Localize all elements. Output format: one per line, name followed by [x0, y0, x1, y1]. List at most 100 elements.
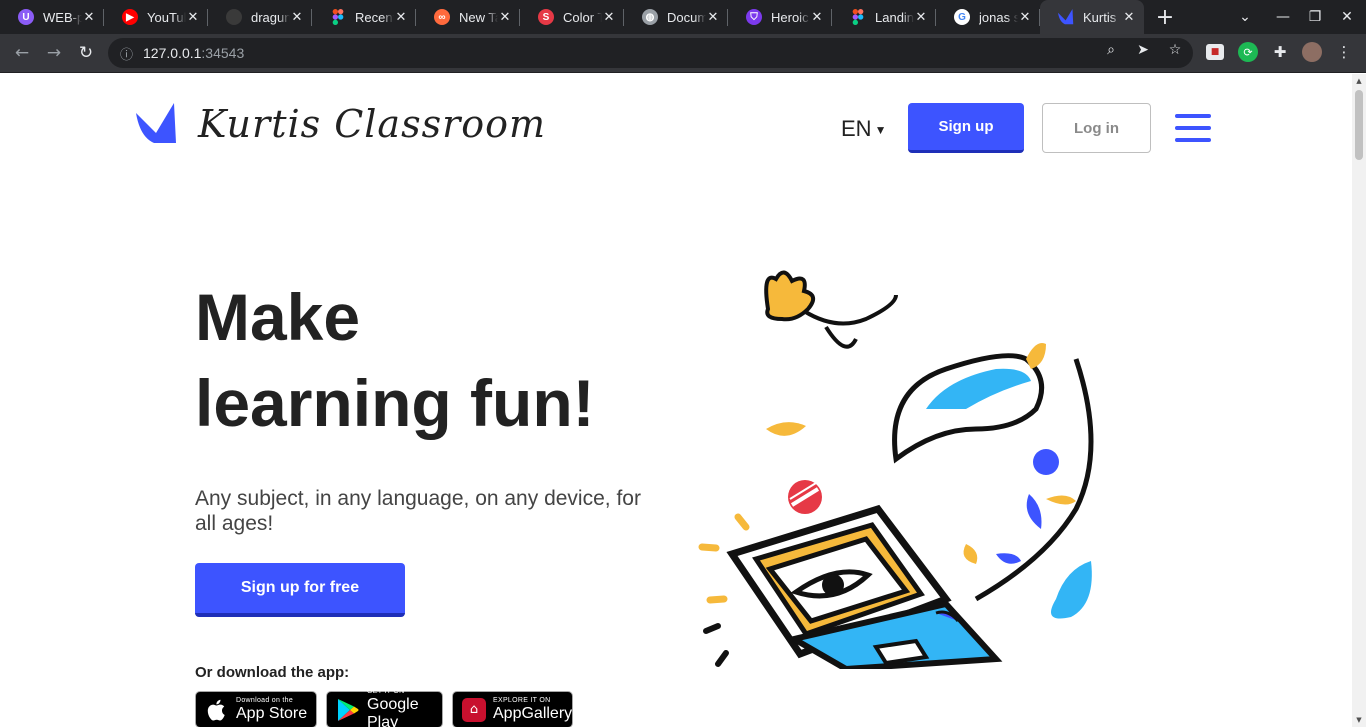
language-label: EN	[841, 116, 872, 141]
browser-tab[interactable]: Recent ✕	[312, 0, 416, 34]
close-tab-icon[interactable]: ✕	[186, 9, 200, 25]
youtube-icon: ▶	[122, 9, 138, 25]
tab-title: WEB-p	[43, 9, 82, 25]
url-host: 127.0.0.1	[143, 45, 202, 61]
infinity-icon: ∞	[434, 9, 450, 25]
bookmark-star-icon[interactable]: ☆	[1166, 41, 1184, 59]
page-scrollbar[interactable]: ▲ ▼	[1352, 74, 1366, 727]
site-info-icon[interactable]: ⓘ	[120, 44, 133, 63]
s-icon: S	[538, 9, 554, 25]
tab-title: Kurtis	[1083, 9, 1117, 25]
close-tab-icon[interactable]: ✕	[810, 9, 824, 25]
close-tab-icon[interactable]: ✕	[290, 9, 304, 25]
chevron-down-icon: ▼	[874, 123, 887, 137]
google-play-icon	[335, 697, 361, 723]
laptop-shape	[726, 504, 1003, 669]
address-bar[interactable]: ⓘ 127.0.0.1:34543	[108, 38, 1193, 68]
tab-title: YouTul	[147, 9, 186, 25]
globe-icon: ◍	[642, 9, 658, 25]
reload-button[interactable]: ↻	[73, 40, 99, 66]
tab-strip: U WEB-p ✕ ▶ YouTul ✕ dragun ✕ Recent ✕ ∞ New Ta ✕ S Co…	[0, 0, 1366, 34]
sync-extension-icon[interactable]: ⟳	[1238, 42, 1258, 62]
motion-dashes	[698, 513, 750, 667]
tab-title: Heroic	[771, 9, 809, 25]
tab-title: Docum	[667, 9, 706, 25]
close-tab-icon[interactable]: ✕	[1018, 9, 1032, 25]
back-button[interactable]: ←	[9, 40, 35, 66]
appgallery-small: EXPLORE IT ON	[493, 696, 551, 704]
hero-title-line2: learning fun!	[195, 366, 595, 440]
signup-free-button[interactable]: Sign up for free	[195, 563, 405, 617]
scroll-up-icon[interactable]: ▲	[1355, 77, 1363, 85]
scrollbar-thumb[interactable]	[1355, 90, 1363, 160]
browser-tab[interactable]: U WEB-p ✕	[0, 0, 104, 34]
forward-button[interactable]: →	[41, 40, 67, 66]
leaf-shape	[892, 343, 1046, 464]
appgallery-badge[interactable]: ⌂ EXPLORE IT ON AppGallery	[452, 691, 573, 727]
close-window-button[interactable]: ✕	[1334, 0, 1360, 34]
tab-title: Landin	[875, 9, 914, 25]
tab-title: Recent	[355, 9, 394, 25]
tab-title: New Ta	[459, 9, 498, 25]
new-tab-button[interactable]: +	[1148, 0, 1182, 34]
hamburger-menu-icon[interactable]	[1175, 112, 1211, 144]
app-store-small: Download on the	[236, 696, 294, 704]
browser-tab[interactable]: ⛉ Heroic ✕	[728, 0, 832, 34]
tab-title: dragun	[251, 9, 290, 25]
kurtis-logo-icon	[136, 103, 176, 143]
signup-button[interactable]: Sign up	[908, 103, 1024, 153]
extension-badge-icon[interactable]: ■	[1206, 44, 1224, 60]
proton-icon: U	[18, 9, 34, 25]
browser-toolbar: ← → ↻ ⓘ 127.0.0.1:34543 ⌕ ➤ ☆ ■ ⟳ ✚ ⋮	[0, 34, 1366, 73]
url-port: :34543	[201, 45, 245, 61]
login-button[interactable]: Log in	[1042, 103, 1151, 153]
app-store-big: App Store	[236, 704, 308, 722]
send-icon[interactable]: ➤	[1134, 41, 1152, 59]
browser-tab[interactable]: ▶ YouTul ✕	[104, 0, 208, 34]
menu-kebab-icon[interactable]: ⋮	[1334, 42, 1354, 62]
hero-subtitle: Any subject, in any language, on any dev…	[195, 487, 641, 535]
hero-title: Make learning fun!	[195, 274, 715, 446]
github-icon	[226, 9, 242, 25]
browser-tab[interactable]: Landin ✕	[832, 0, 936, 34]
google-play-small: GET IT ON	[367, 687, 405, 695]
logo-text: Kurtis Classroom	[198, 102, 547, 146]
flower-shape	[764, 270, 898, 349]
browser-tab[interactable]: ◍ Docum ✕	[624, 0, 728, 34]
browser-tab[interactable]: Gjonas s ✕	[936, 0, 1040, 34]
page-viewport: Kurtis Classroom EN ▼ Sign up Log in Mak…	[0, 74, 1352, 727]
google-play-big: Google Play	[367, 695, 419, 727]
close-tab-icon[interactable]: ✕	[706, 9, 720, 25]
close-tab-icon[interactable]: ✕	[498, 9, 512, 25]
huawei-icon: ⌂	[461, 697, 487, 723]
profile-avatar[interactable]	[1302, 42, 1322, 62]
close-tab-icon[interactable]: ✕	[602, 9, 616, 25]
tab-title: jonas s	[979, 9, 1018, 25]
close-tab-icon[interactable]: ✕	[1122, 9, 1136, 25]
close-tab-icon[interactable]: ✕	[914, 9, 928, 25]
browser-tab[interactable]: Kurtis ✕	[1040, 0, 1144, 34]
scroll-down-icon[interactable]: ▼	[1355, 716, 1363, 724]
apple-icon	[204, 697, 230, 723]
close-tab-icon[interactable]: ✕	[394, 9, 408, 25]
close-tab-icon[interactable]: ✕	[82, 9, 96, 25]
extensions-puzzle-icon[interactable]: ✚	[1270, 42, 1290, 62]
forbidden-sign-icon	[788, 480, 822, 514]
figma-icon	[330, 9, 346, 25]
browser-tab[interactable]: S Color T ✕	[520, 0, 624, 34]
restore-button[interactable]: ❐	[1302, 0, 1328, 34]
browser-tab[interactable]: ∞ New Ta ✕	[416, 0, 520, 34]
browser-tab[interactable]: dragun ✕	[208, 0, 312, 34]
site-logo[interactable]: Kurtis Classroom	[136, 102, 546, 146]
app-store-badge[interactable]: Download on the App Store	[195, 691, 317, 727]
zoom-icon[interactable]: ⌕	[1102, 41, 1120, 59]
tab-search-icon[interactable]: ⌄	[1232, 0, 1258, 34]
tab-list: U WEB-p ✕ ▶ YouTul ✕ dragun ✕ Recent ✕ ∞ New Ta ✕ S Co…	[0, 0, 1144, 34]
download-label: Or download the app:	[195, 664, 350, 681]
google-icon: G	[954, 9, 970, 25]
minimize-button[interactable]: —	[1270, 0, 1296, 34]
appgallery-big: AppGallery	[493, 704, 573, 722]
kurtis-icon	[1058, 9, 1074, 25]
google-play-badge[interactable]: GET IT ON Google Play	[326, 687, 443, 727]
language-selector[interactable]: EN ▼	[841, 116, 886, 142]
